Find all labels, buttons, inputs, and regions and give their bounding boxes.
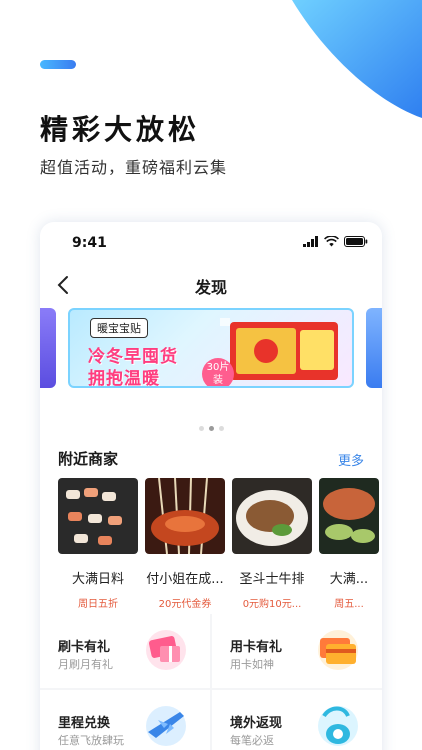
merchant-list: 大满日料 周日五折 付小姐在成... 20元代金券 圣斗士牛排 0元购10元..… [58,478,382,608]
service-subtitle: 用卡如神 [230,658,274,671]
status-icons [303,236,368,247]
nav-bar: 发现 [40,266,382,306]
gift-card-icon [146,630,186,670]
banner-carousel[interactable]: 暖宝宝贴 冷冬早囤货 拥抱温暖 30片 装 [40,308,382,390]
service-title: 用卡有礼 [230,640,283,655]
badge-count: 30片 [206,362,230,373]
merchant-promo: 周五... [334,599,364,608]
service-card[interactable]: 用卡有礼 用卡如神 [212,614,382,688]
status-bar: 9:41 [40,222,382,266]
merchant-photo [232,478,312,554]
nearby-title: 附近商家 [58,450,119,468]
merchant-promo: 周日五折 [78,599,118,608]
signal-icon [303,236,318,247]
merchant-card[interactable]: 付小姐在成... 20元代金券 [145,478,225,608]
carousel-dot[interactable] [198,426,204,431]
credit-card-icon [318,630,358,670]
carousel-dots [40,426,382,431]
banner-tag: 暖宝宝贴 [90,318,148,338]
merchant-card[interactable]: 大满日料 周日五折 [58,478,138,608]
merchant-name: 大满日料 [71,572,124,587]
money-bag-icon [318,706,358,746]
wifi-icon [324,236,339,247]
phone-mockup: 9:41 发现 暖宝宝贴 冷冬早囤货 拥抱温暖 30片 装 附近商家 更多 大满… [40,222,382,750]
service-title: 刷卡有礼 [58,640,111,655]
service-card[interactable]: 刷卡有礼 月刷月有礼 [40,614,210,688]
service-title: 里程兑换 [58,716,111,731]
service-subtitle: 任意飞放肆玩 [58,734,124,747]
page-subline: 超值活动，重磅福利云集 [40,158,228,177]
service-subtitle: 月刷月有礼 [58,658,113,671]
service-card[interactable]: 境外返现 每笔必返 [212,690,382,750]
product-pack-image [220,318,338,380]
banner-prev-slide[interactable] [40,308,56,388]
corner-decoration [292,0,422,118]
banner-headline-2: 拥抱温暖 [88,369,160,388]
merchant-name: 圣斗士牛排 [239,572,305,587]
nearby-section-header: 附近商家 更多 [40,448,382,472]
merchant-photo [319,478,379,554]
merchant-promo: 20元代金券 [158,599,212,608]
status-time: 9:41 [72,235,107,251]
merchant-card[interactable]: 大满... 周五... [319,478,379,608]
merchant-name: 付小姐在成... [146,572,224,587]
merchant-photo [145,478,225,555]
merchant-card[interactable]: 圣斗士牛排 0元购10元... [232,478,312,608]
merchant-promo: 0元购10元... [242,599,302,608]
carousel-dot[interactable] [218,426,224,431]
banner-slide[interactable]: 暖宝宝贴 冷冬早囤货 拥抱温暖 30片 装 [68,308,354,388]
merchant-photo [58,478,138,554]
airplane-icon [146,706,186,746]
service-subtitle: 每笔必返 [230,734,274,747]
badge-unit: 装 [213,375,223,386]
carousel-dot-active[interactable] [208,426,214,431]
merchant-name: 大满... [329,572,369,587]
accent-bar [40,60,76,69]
service-grid: 刷卡有礼 月刷月有礼 用卡有礼 用卡如神 里程兑换 任意飞放肆玩 境外返现 每笔… [40,614,382,750]
battery-icon [344,236,368,247]
nav-title: 发现 [194,278,227,297]
more-link[interactable]: 更多 [338,450,364,469]
service-title: 境外返现 [230,716,283,731]
service-card[interactable]: 里程兑换 任意飞放肆玩 [40,690,210,750]
banner-next-slide[interactable] [366,308,382,388]
page-headline: 精彩大放松 [40,113,201,146]
banner-badge: 30片 装 [202,358,234,386]
